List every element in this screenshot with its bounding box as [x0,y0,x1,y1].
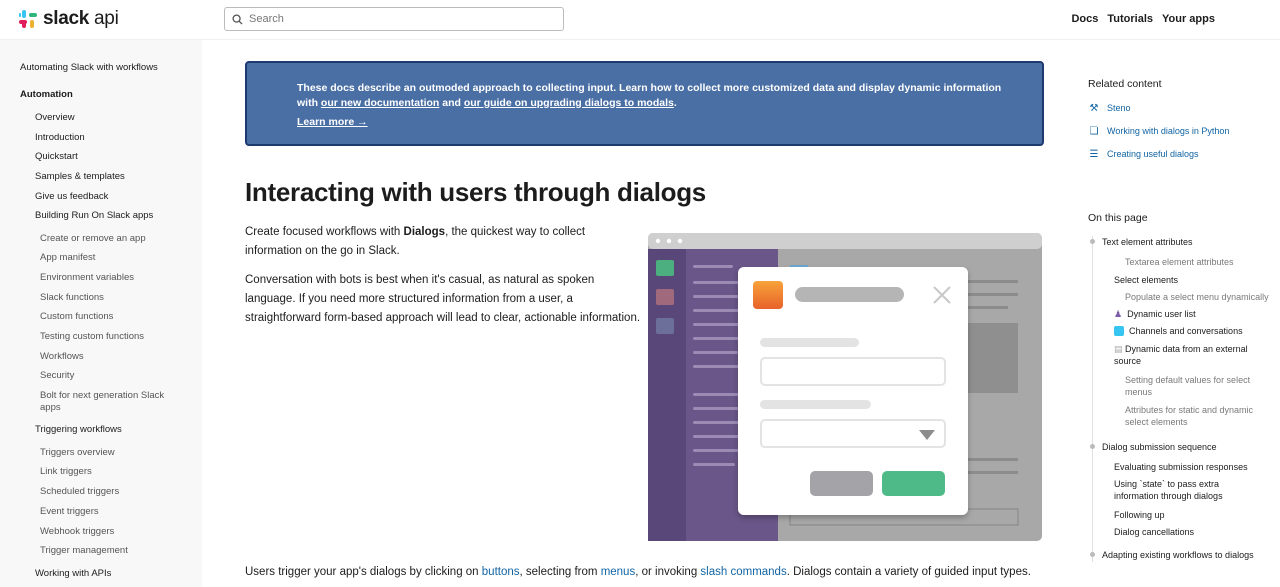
toc-item-label: Dynamic user list [1127,309,1196,319]
sidebar-item-triggers-overview[interactable]: Triggers overview [40,447,115,459]
toc-item-label: Dynamic data from an external source [1114,344,1248,366]
nav-your-apps[interactable]: Your apps [1162,13,1215,25]
sidebar-item-link-triggers[interactable]: Link triggers [40,466,92,478]
toc-item[interactable]: Adapting existing workflows to dialogs [1102,549,1254,561]
p3-mid1: , selecting from [519,566,601,578]
toc-dot [1090,239,1095,244]
banner-link-upgrade-guide[interactable]: our guide on upgrading dialogs to modals [464,97,674,109]
document-icon: ▤ [1114,344,1123,354]
toc-item[interactable]: Using `state` to pass extra information … [1114,478,1264,502]
slack-api-logo[interactable]: slack api [19,8,119,30]
trigger-paragraph: Users trigger your app's dialogs by clic… [245,563,1045,582]
toc-item[interactable]: Setting default values for select menus [1125,374,1275,398]
toc-dot [1090,444,1095,449]
slash-commands-link[interactable]: slash commands [700,566,786,578]
logo-suffix: api [94,8,119,29]
related-link-steno-label: Steno [1107,103,1131,113]
toc-item-label: Channels and conversations [1129,326,1243,336]
sidebar-item-workflows[interactable]: Workflows [40,351,84,363]
deprecation-banner: These docs describe an outmoded approach… [245,61,1044,146]
related-link-useful-label: Creating useful dialogs [1107,149,1199,159]
banner-text-after: . [673,96,677,109]
toc-item-external[interactable]: ▤ Dynamic data from an external source [1114,343,1274,367]
sidebar-item-app-manifest[interactable]: App manifest [40,252,95,264]
code-icon: ❏ [1089,125,1099,137]
toc-item[interactable]: Evaluating submission responses [1114,461,1248,473]
menus-link[interactable]: menus [601,566,636,578]
dialog-illustration [648,233,1042,541]
banner-text: These docs describe an outmoded approach… [297,81,1017,110]
search-box[interactable] [224,7,564,31]
related-link-steno[interactable]: ⚒ Steno [1088,102,1131,114]
page-title: Interacting with users through dialogs [245,177,706,207]
p3-after: . Dialogs contain a variety of guided in… [786,566,1031,578]
related-link-python[interactable]: ❏ Working with dialogs in Python [1088,125,1230,137]
sidebar-item-triggering[interactable]: Triggering workflows [35,424,122,436]
p1-bold: Dialogs [403,226,446,238]
wrench-icon: ⚒ [1089,102,1099,114]
sidebar-item-custom-functions[interactable]: Custom functions [40,311,113,323]
nav-docs[interactable]: Docs [1071,13,1098,25]
toc-item[interactable]: Dialog submission sequence [1102,441,1217,453]
sidebar-item-webhook-triggers[interactable]: Webhook triggers [40,526,114,538]
sidebar-item-introduction[interactable]: Introduction [35,132,85,144]
sidebar-item-bolt[interactable]: Bolt for next generation Slack apps [40,390,175,414]
sidebar-item-trigger-management[interactable]: Trigger management [40,545,128,557]
toc-item-channels[interactable]: Channels and conversations [1114,325,1243,337]
sidebar-item-create-app[interactable]: Create or remove an app [40,233,146,245]
p3-before: Users trigger your app's dialogs by clic… [245,566,482,578]
logo-text: slack api [43,8,119,30]
banner-link-new-docs[interactable]: our new documentation [321,97,439,109]
sidebar-item-automating-slack[interactable]: Automating Slack with workflows [20,62,158,74]
sidebar-item-event-triggers[interactable]: Event triggers [40,506,99,518]
toc-item[interactable]: Text element attributes [1102,236,1193,248]
intro-paragraph: Create focused workflows with Dialogs, t… [245,223,605,261]
top-bar: slack api Docs Tutorials Your apps [0,0,1280,40]
toc-item[interactable]: Attributes for static and dynamic select… [1125,404,1275,428]
logo-main: slack [43,8,90,29]
toc-item[interactable]: Select elements [1114,274,1178,286]
sidebar-item-slack-functions[interactable]: Slack functions [40,292,104,304]
conversation-paragraph: Conversation with bots is best when it's… [245,274,641,324]
search-input[interactable] [249,13,549,25]
sidebar-item-env-vars[interactable]: Environment variables [40,272,134,284]
related-content-heading: Related content [1088,78,1162,90]
toc-item[interactable]: Following up [1114,509,1165,521]
sidebar-item-security[interactable]: Security [40,370,74,382]
sidebar-item-samples[interactable]: Samples & templates [35,171,125,183]
related-link-useful-dialogs[interactable]: ☰ Creating useful dialogs [1088,148,1199,160]
toc-item[interactable]: Populate a select menu dynamically [1125,291,1269,303]
toc-item[interactable]: Textarea element attributes [1125,256,1234,268]
sidebar-item-building-apps[interactable]: Building Run On Slack apps [35,210,153,222]
buttons-link[interactable]: buttons [482,566,520,578]
sidebar-item-feedback[interactable]: Give us feedback [35,191,108,203]
p3-mid2: , or invoking [635,566,701,578]
nav-tutorials[interactable]: Tutorials [1107,13,1153,25]
sidebar-item-automation[interactable]: Automation [20,89,73,101]
sidebar-item-overview[interactable]: Overview [35,112,75,124]
list-icon: ☰ [1089,148,1099,160]
sidebar: Automating Slack with workflows Automati… [0,40,202,587]
sidebar-item-testing-functions[interactable]: Testing custom functions [40,331,144,343]
banner-text-mid: and [439,96,464,109]
on-this-page-heading: On this page [1088,212,1148,224]
sidebar-item-scheduled-triggers[interactable]: Scheduled triggers [40,486,119,498]
top-nav: Docs Tutorials Your apps [1071,13,1215,25]
learn-more-link[interactable]: Learn more → [297,116,368,128]
related-link-python-label: Working with dialogs in Python [1107,126,1230,136]
sidebar-item-quickstart[interactable]: Quickstart [35,151,78,163]
sidebar-item-working-apis[interactable]: Working with APIs [35,568,111,580]
slack-logo-icon [19,10,37,28]
search-icon [232,13,243,25]
p1-before: Create focused workflows with [245,226,404,238]
channel-icon [1114,326,1124,336]
user-icon: ♟ [1114,309,1123,319]
toc-item-dynamic-user[interactable]: ♟ Dynamic user list [1114,308,1196,320]
toc-dot [1090,552,1095,557]
toc-item[interactable]: Dialog cancellations [1114,526,1194,538]
toc-line [1092,236,1093,562]
